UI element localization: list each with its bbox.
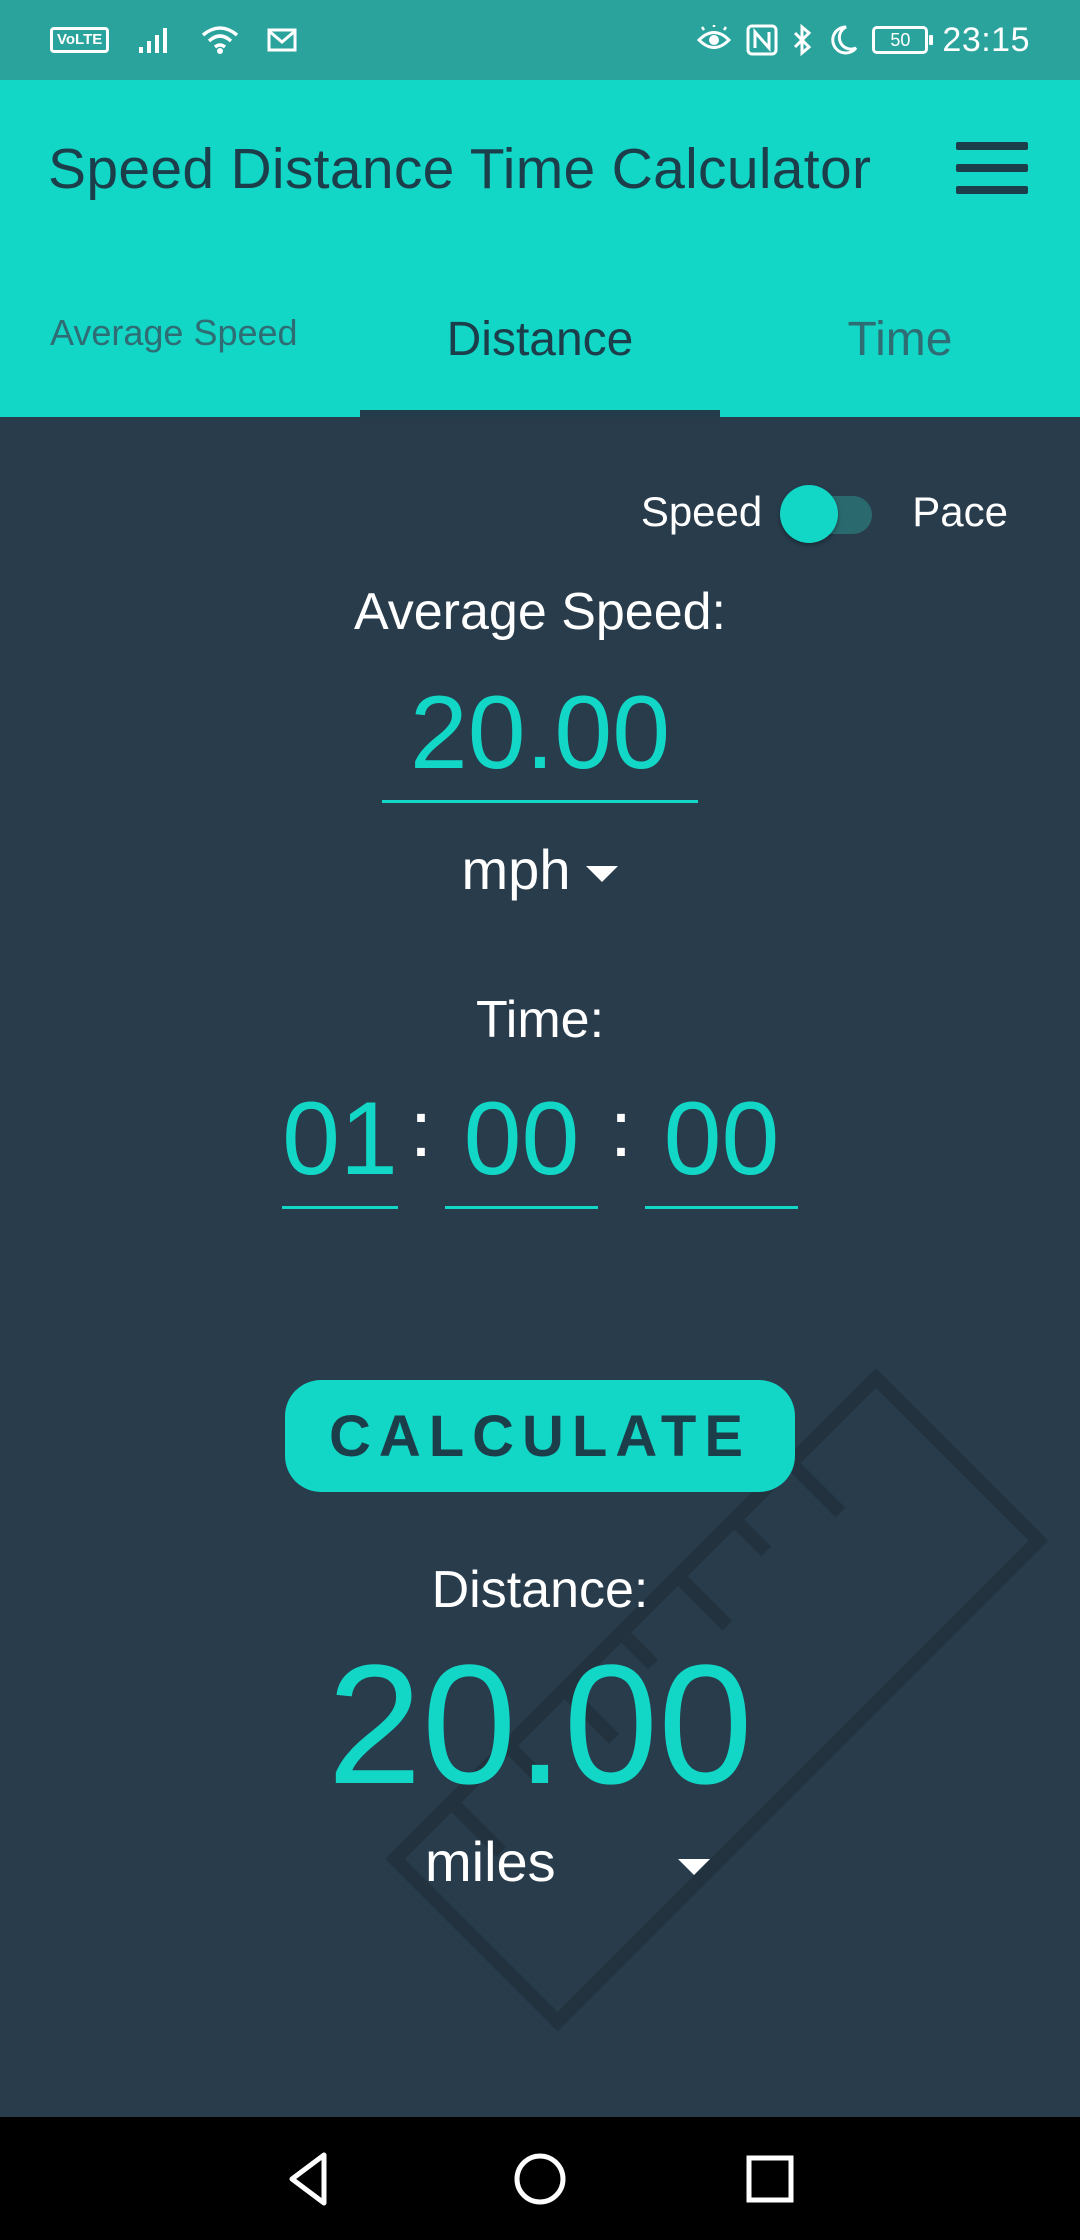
distance-unit-value: miles xyxy=(425,1830,556,1893)
tab-average-speed[interactable]: Average Speed xyxy=(0,260,360,417)
status-bar-right: 50 23:15 xyxy=(696,18,1030,62)
eye-icon xyxy=(697,25,732,49)
chevron-down-icon xyxy=(678,1859,710,1875)
hours-input[interactable] xyxy=(282,1073,398,1209)
speed-pace-toggle-row: Speed Pace xyxy=(641,477,1008,547)
moon-icon xyxy=(831,25,858,55)
hamburger-menu-icon[interactable] xyxy=(956,140,1032,196)
seconds-input[interactable] xyxy=(645,1073,798,1209)
bluetooth-icon xyxy=(794,24,812,56)
status-bar: VoLTE 50 23:15 xyxy=(0,0,1080,80)
signal-icon xyxy=(139,28,168,53)
chevron-down-icon xyxy=(586,866,619,883)
tab-bar: Average Speed Distance Time xyxy=(0,260,1080,417)
mail-icon xyxy=(267,28,297,52)
average-speed-input[interactable] xyxy=(382,667,698,803)
tab-label: Average Speed xyxy=(50,312,298,353)
main-content: Speed Pace Average Speed: mph Time: : : … xyxy=(0,417,1080,2117)
calculate-button[interactable]: CALCULATE xyxy=(285,1380,795,1492)
status-bar-left: VoLTE xyxy=(50,22,297,58)
tab-indicator xyxy=(360,410,720,417)
time-separator: : xyxy=(609,1084,633,1173)
toggle-label-pace: Pace xyxy=(912,488,1008,535)
average-speed-label: Average Speed: xyxy=(354,583,726,641)
time-label: Time: xyxy=(475,991,605,1049)
time-separator: : xyxy=(409,1084,433,1173)
distance-result-value: 20.00 xyxy=(327,1630,753,1820)
back-icon[interactable] xyxy=(278,2147,342,2211)
tab-label: Time xyxy=(847,313,953,366)
recents-icon[interactable] xyxy=(738,2147,802,2211)
tab-time[interactable]: Time xyxy=(720,260,1080,417)
clock-time: 23:15 xyxy=(942,20,1030,59)
switch-thumb xyxy=(780,485,839,543)
menu-line xyxy=(956,164,1028,172)
home-icon[interactable] xyxy=(508,2147,572,2211)
volte-icon: VoLTE xyxy=(50,27,110,53)
minutes-input[interactable] xyxy=(445,1073,598,1209)
distance-unit-dropdown[interactable]: miles xyxy=(420,1829,730,1909)
speed-unit-dropdown[interactable]: mph xyxy=(0,837,1080,902)
navigation-bar xyxy=(0,2117,1080,2240)
toggle-label-speed: Speed xyxy=(640,488,763,535)
app-bar: Speed Distance Time Calculator Average S… xyxy=(0,80,1080,417)
speed-pace-switch[interactable] xyxy=(778,482,878,543)
wifi-icon xyxy=(202,26,239,54)
menu-line xyxy=(956,186,1028,194)
speed-unit-value: mph xyxy=(461,838,571,901)
tab-distance[interactable]: Distance xyxy=(360,260,720,417)
nfc-icon xyxy=(746,24,778,56)
tab-label: Distance xyxy=(446,313,634,366)
battery-icon: 50 xyxy=(872,26,934,54)
app-title: Speed Distance Time Calculator xyxy=(48,137,872,201)
distance-result-label: Distance: xyxy=(431,1561,649,1619)
menu-line xyxy=(956,142,1028,150)
